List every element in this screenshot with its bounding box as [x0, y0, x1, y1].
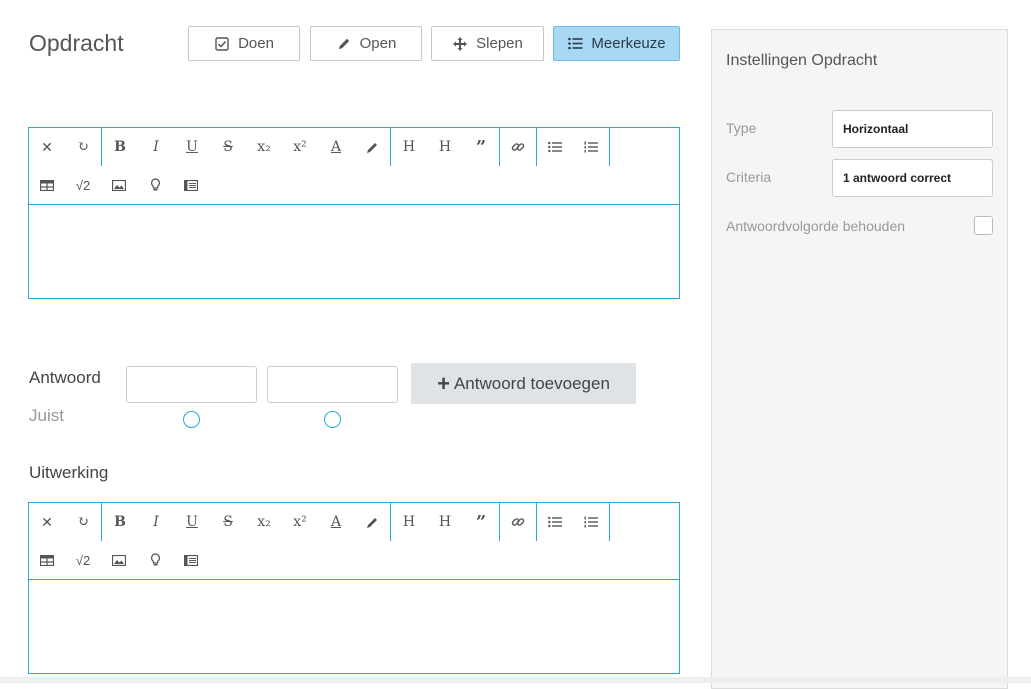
underline-icon[interactable]: U [174, 503, 210, 541]
redo-icon[interactable]: ↻ [65, 128, 101, 166]
bullet-list-icon[interactable] [537, 503, 573, 541]
add-answer-button[interactable]: + Antwoord toevoegen [411, 363, 636, 404]
meerkeuze-label: Meerkeuze [591, 35, 666, 52]
order-label: Antwoordvolgorde behouden [726, 218, 906, 234]
list-icon [567, 36, 583, 52]
italic-icon[interactable]: I [138, 128, 174, 166]
clear-format-icon[interactable]: ✕ [29, 128, 65, 166]
strikethrough-icon[interactable]: S [210, 128, 246, 166]
sqrt-icon[interactable]: √2 [65, 166, 101, 204]
clear-format-icon[interactable]: ✕ [29, 503, 65, 541]
heading-2-icon[interactable]: H [427, 503, 463, 541]
editor-toolbar-row-2: √2 [29, 541, 679, 580]
editor-toolbar-row-1: ✕ ↻ B I U S x₂ x² A H H ” [29, 128, 679, 166]
superscript-icon[interactable]: x² [282, 128, 318, 166]
editor-toolbar-row-1: ✕ ↻ B I U S x₂ x² A H H ” [29, 503, 679, 541]
highlight-icon[interactable] [354, 128, 390, 166]
slepen-button[interactable]: Slepen [431, 26, 544, 61]
heading-1-icon[interactable]: H [391, 128, 427, 166]
order-checkbox[interactable] [974, 216, 993, 235]
settings-panel: Instellingen Opdracht Type Horizontaal C… [711, 29, 1008, 689]
quote-icon[interactable]: ” [463, 128, 499, 166]
numbered-list-icon[interactable] [573, 128, 609, 166]
slepen-label: Slepen [476, 35, 523, 52]
criteria-select[interactable]: 1 antwoord correct [832, 159, 993, 197]
page-title: Opdracht [29, 30, 124, 56]
correct-radio-1[interactable] [183, 411, 200, 428]
open-button[interactable]: Open [310, 26, 422, 61]
doen-button[interactable]: Doen [188, 26, 300, 61]
superscript-icon[interactable]: x² [282, 503, 318, 541]
editor-toolbar-row-2: √2 [29, 166, 679, 205]
highlight-icon[interactable] [354, 503, 390, 541]
font-color-icon[interactable]: A [318, 503, 354, 541]
table-icon[interactable] [29, 541, 65, 579]
heading-1-icon[interactable]: H [391, 503, 427, 541]
question-text-area[interactable] [29, 205, 679, 298]
type-label: Type [726, 120, 757, 136]
move-icon [452, 36, 468, 52]
answer-input-1[interactable] [126, 366, 257, 403]
lightbulb-icon[interactable] [137, 541, 173, 579]
card-icon[interactable] [173, 166, 209, 204]
bullet-list-icon[interactable] [537, 128, 573, 166]
juist-label: Juist [29, 406, 64, 425]
subscript-icon[interactable]: x₂ [246, 128, 282, 166]
quote-icon[interactable]: ” [463, 503, 499, 541]
bottom-bar [0, 677, 1031, 683]
settings-title: Instellingen Opdracht [726, 52, 878, 69]
criteria-label: Criteria [726, 169, 772, 185]
table-icon[interactable] [29, 166, 65, 204]
image-icon[interactable] [101, 541, 137, 579]
font-color-icon[interactable]: A [318, 128, 354, 166]
meerkeuze-button[interactable]: Meerkeuze [553, 26, 680, 61]
link-icon[interactable] [500, 128, 536, 166]
uitwerking-label: Uitwerking [29, 463, 109, 482]
sqrt-icon[interactable]: √2 [65, 541, 101, 579]
correct-radio-2[interactable] [324, 411, 341, 428]
pencil-icon [336, 36, 352, 52]
uitwerking-editor: ✕ ↻ B I U S x₂ x² A H H ” √2 [28, 502, 680, 674]
antwoord-label: Antwoord [29, 368, 101, 387]
add-answer-label: Antwoord toevoegen [453, 373, 610, 393]
uitwerking-text-area[interactable] [29, 580, 679, 673]
answer-input-2[interactable] [267, 366, 398, 403]
numbered-list-icon[interactable] [573, 503, 609, 541]
heading-2-icon[interactable]: H [427, 128, 463, 166]
link-icon[interactable] [500, 503, 536, 541]
card-icon[interactable] [173, 541, 209, 579]
checkbox-icon [214, 36, 230, 52]
underline-icon[interactable]: U [174, 128, 210, 166]
lightbulb-icon[interactable] [137, 166, 173, 204]
open-label: Open [359, 35, 397, 52]
redo-icon[interactable]: ↻ [65, 503, 101, 541]
italic-icon[interactable]: I [138, 503, 174, 541]
image-icon[interactable] [101, 166, 137, 204]
bold-icon[interactable]: B [102, 503, 138, 541]
doen-label: Doen [238, 35, 274, 52]
bold-icon[interactable]: B [102, 128, 138, 166]
plus-icon: + [437, 370, 450, 396]
type-select[interactable]: Horizontaal [832, 110, 993, 148]
question-editor: ✕ ↻ B I U S x₂ x² A H H ” √2 [28, 127, 680, 299]
strikethrough-icon[interactable]: S [210, 503, 246, 541]
subscript-icon[interactable]: x₂ [246, 503, 282, 541]
